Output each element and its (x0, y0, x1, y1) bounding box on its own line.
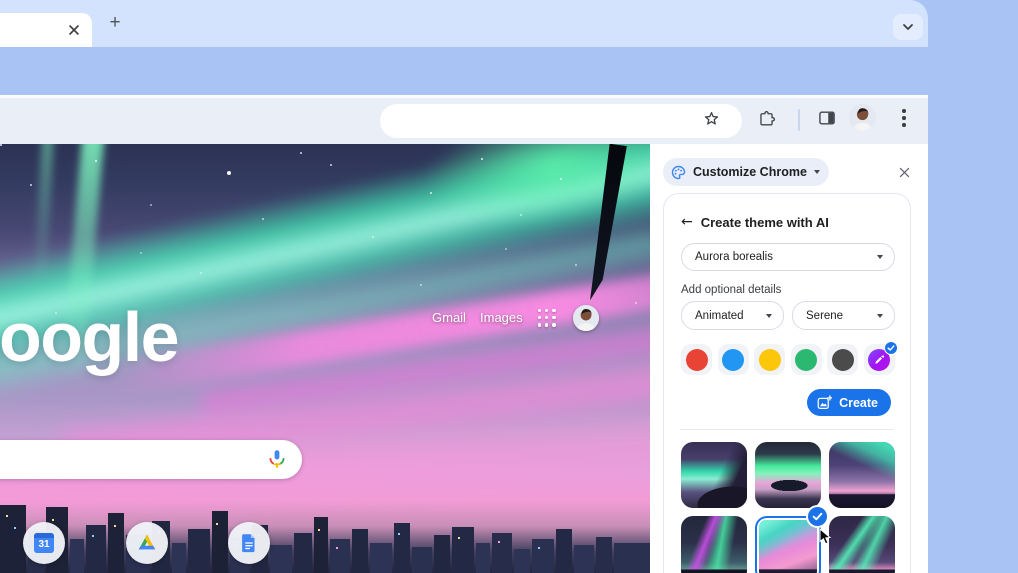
pink-streak (111, 259, 650, 395)
create-button[interactable]: Create (807, 389, 891, 416)
palette-icon (671, 165, 686, 179)
customize-chrome-panel: Customize Chrome ← Create theme with AI … (650, 144, 928, 573)
calendar-icon: 31 (34, 533, 54, 553)
tab-strip-chevron-button[interactable] (893, 14, 923, 40)
card-divider (680, 429, 894, 430)
theme-thumbnail-6[interactable] (829, 516, 895, 573)
drive-icon (138, 534, 156, 550)
city-skyline (0, 505, 650, 573)
shortcut-calendar[interactable]: 31 (23, 522, 65, 564)
google-logo: Google (0, 298, 180, 376)
search-input[interactable] (0, 440, 302, 479)
selected-check-icon (806, 505, 829, 528)
back-arrow-icon[interactable]: ← (681, 214, 693, 230)
chevron-down-icon (813, 170, 820, 174)
shortcut-drive[interactable] (126, 522, 168, 564)
create-theme-card: ← Create theme with AI Aurora borealis A… (663, 193, 911, 573)
customize-chrome-chip[interactable]: Customize Chrome (663, 158, 829, 186)
theme-thumbnail-grid (681, 442, 895, 573)
bookmark-star-icon[interactable] (700, 107, 722, 129)
tab-strip: + (0, 0, 928, 47)
stars (0, 144, 2, 146)
browser-toolbar (0, 95, 928, 144)
newtab-profile-avatar[interactable] (573, 305, 599, 331)
dropdown-value: Serene (806, 309, 844, 322)
browser-menu-icon[interactable] (893, 107, 915, 129)
docs-icon (242, 534, 255, 553)
theme-thumbnail-4[interactable] (681, 516, 747, 573)
swatch-gray[interactable] (827, 344, 858, 375)
dropdown-value: Animated (695, 309, 744, 322)
theme-thumbnail-1[interactable] (681, 442, 747, 508)
details-label: Add optional details (681, 284, 782, 296)
prompt-value: Aurora borealis (695, 251, 773, 263)
images-link[interactable]: Images (480, 310, 523, 325)
gmail-link[interactable]: Gmail (432, 310, 466, 325)
chevron-down-icon (877, 313, 883, 318)
profile-avatar[interactable] (849, 104, 876, 131)
theme-prompt-dropdown[interactable]: Aurora borealis (681, 243, 895, 271)
browser-content: Gmail Images Google 31 (0, 144, 928, 573)
aurora-curtain (34, 144, 54, 287)
newtab-wallpaper: Gmail Images Google 31 (0, 144, 650, 573)
chevron-down-icon (766, 313, 772, 318)
side-panel-icon[interactable] (816, 107, 838, 129)
swatch-blue[interactable] (717, 344, 749, 375)
panel-close-icon[interactable] (894, 162, 914, 182)
new-tab-button[interactable]: + (104, 12, 126, 34)
silhouette-pole (581, 144, 633, 303)
pink-streak (200, 319, 650, 417)
swatch-red[interactable] (681, 344, 712, 375)
shortcut-docs[interactable] (228, 522, 270, 564)
image-plus-icon (817, 395, 833, 409)
chevron-down-icon (877, 255, 883, 259)
selected-check-icon (883, 341, 898, 355)
extensions-puzzle-icon[interactable] (755, 107, 777, 129)
address-bar[interactable] (380, 104, 742, 138)
chip-label: Customize Chrome (693, 165, 807, 179)
eyedropper-icon (875, 354, 885, 364)
voice-search-mic-icon[interactable] (266, 448, 288, 470)
aurora-glow (413, 144, 650, 241)
google-apps-icon[interactable] (538, 309, 556, 327)
swatch-custom-color[interactable] (863, 341, 898, 375)
chevron-down-icon (903, 24, 913, 30)
create-button-label: Create (839, 395, 878, 410)
theme-thumbnail-2[interactable] (755, 442, 821, 508)
page-background: + Gmail Images oogle 31 Customize Chrome… (0, 0, 1018, 573)
mouse-cursor (819, 527, 832, 551)
toolbar-divider (798, 109, 800, 131)
card-title: Create theme with AI (700, 214, 829, 230)
active-tab[interactable] (0, 13, 92, 47)
swatch-green[interactable] (790, 344, 822, 375)
detail-dropdown-animated[interactable]: Animated (681, 301, 784, 330)
detail-dropdown-mood[interactable]: Serene (792, 301, 895, 330)
theme-thumbnail-3[interactable] (829, 442, 895, 508)
swatch-yellow[interactable] (754, 344, 785, 375)
color-swatch-row (681, 341, 898, 375)
tab-close-icon[interactable] (66, 22, 82, 38)
